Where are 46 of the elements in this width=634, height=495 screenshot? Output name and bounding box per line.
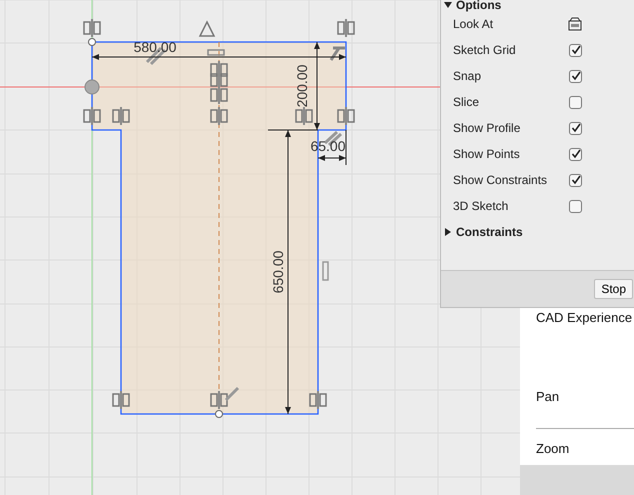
constraint-icon[interactable] — [309, 391, 327, 409]
sketch-point[interactable] — [88, 38, 96, 46]
sketch-profile[interactable] — [91, 41, 347, 415]
option-label: Show Points — [453, 147, 521, 161]
constraint-icon[interactable] — [210, 391, 228, 409]
dimension-label[interactable]: 650.00 — [270, 250, 286, 294]
dimension-label[interactable]: 580.00 — [134, 39, 176, 55]
look-at-icon[interactable] — [568, 17, 582, 31]
constraint-icon[interactable] — [210, 107, 228, 125]
checkbox[interactable] — [569, 174, 582, 186]
checkbox[interactable] — [569, 44, 582, 56]
origin-icon — [84, 80, 100, 94]
section-title[interactable]: Constraints — [456, 225, 523, 239]
checkbox[interactable] — [569, 96, 582, 108]
dimension-label[interactable]: 200.00 — [294, 64, 310, 108]
triangle-icon[interactable] — [198, 20, 216, 37]
help-item[interactable]: CAD Experience — [536, 310, 634, 325]
checkbox[interactable] — [569, 122, 582, 134]
option-label: Snap — [453, 69, 482, 83]
caret-right-icon[interactable] — [444, 228, 452, 236]
help-item[interactable]: Zoom — [536, 441, 634, 456]
checkbox[interactable] — [569, 70, 582, 82]
constraint-icon[interactable] — [337, 107, 355, 125]
sketch-point[interactable] — [215, 410, 223, 418]
constraint-icon[interactable] — [83, 19, 101, 37]
constraint-icon[interactable] — [83, 107, 101, 125]
option-label: Sketch Grid — [453, 43, 517, 57]
constraint-icon[interactable] — [295, 107, 313, 125]
option-label: Look At — [453, 17, 494, 31]
constraint-icon[interactable] — [210, 71, 228, 89]
perpendicular-icon[interactable] — [330, 46, 345, 61]
constraint-icon[interactable] — [112, 107, 130, 125]
panel-title: Options — [456, 0, 502, 12]
constraint-icon[interactable] — [112, 391, 130, 409]
option-label: 3D Sketch — [453, 199, 510, 213]
option-label: Slice — [453, 95, 480, 109]
stop-button[interactable]: Stop — [594, 279, 633, 299]
option-label: Show Constraints — [453, 173, 548, 187]
checkbox[interactable] — [569, 148, 582, 160]
constraint-icon[interactable] — [210, 86, 228, 104]
option-label: Show Profile — [453, 121, 522, 135]
caret-down-icon[interactable] — [444, 1, 452, 9]
constraint-icon[interactable] — [210, 61, 228, 79]
constraint-icon[interactable] — [337, 19, 355, 37]
checkbox[interactable] — [569, 200, 582, 212]
help-item[interactable]: Pan — [536, 389, 634, 404]
